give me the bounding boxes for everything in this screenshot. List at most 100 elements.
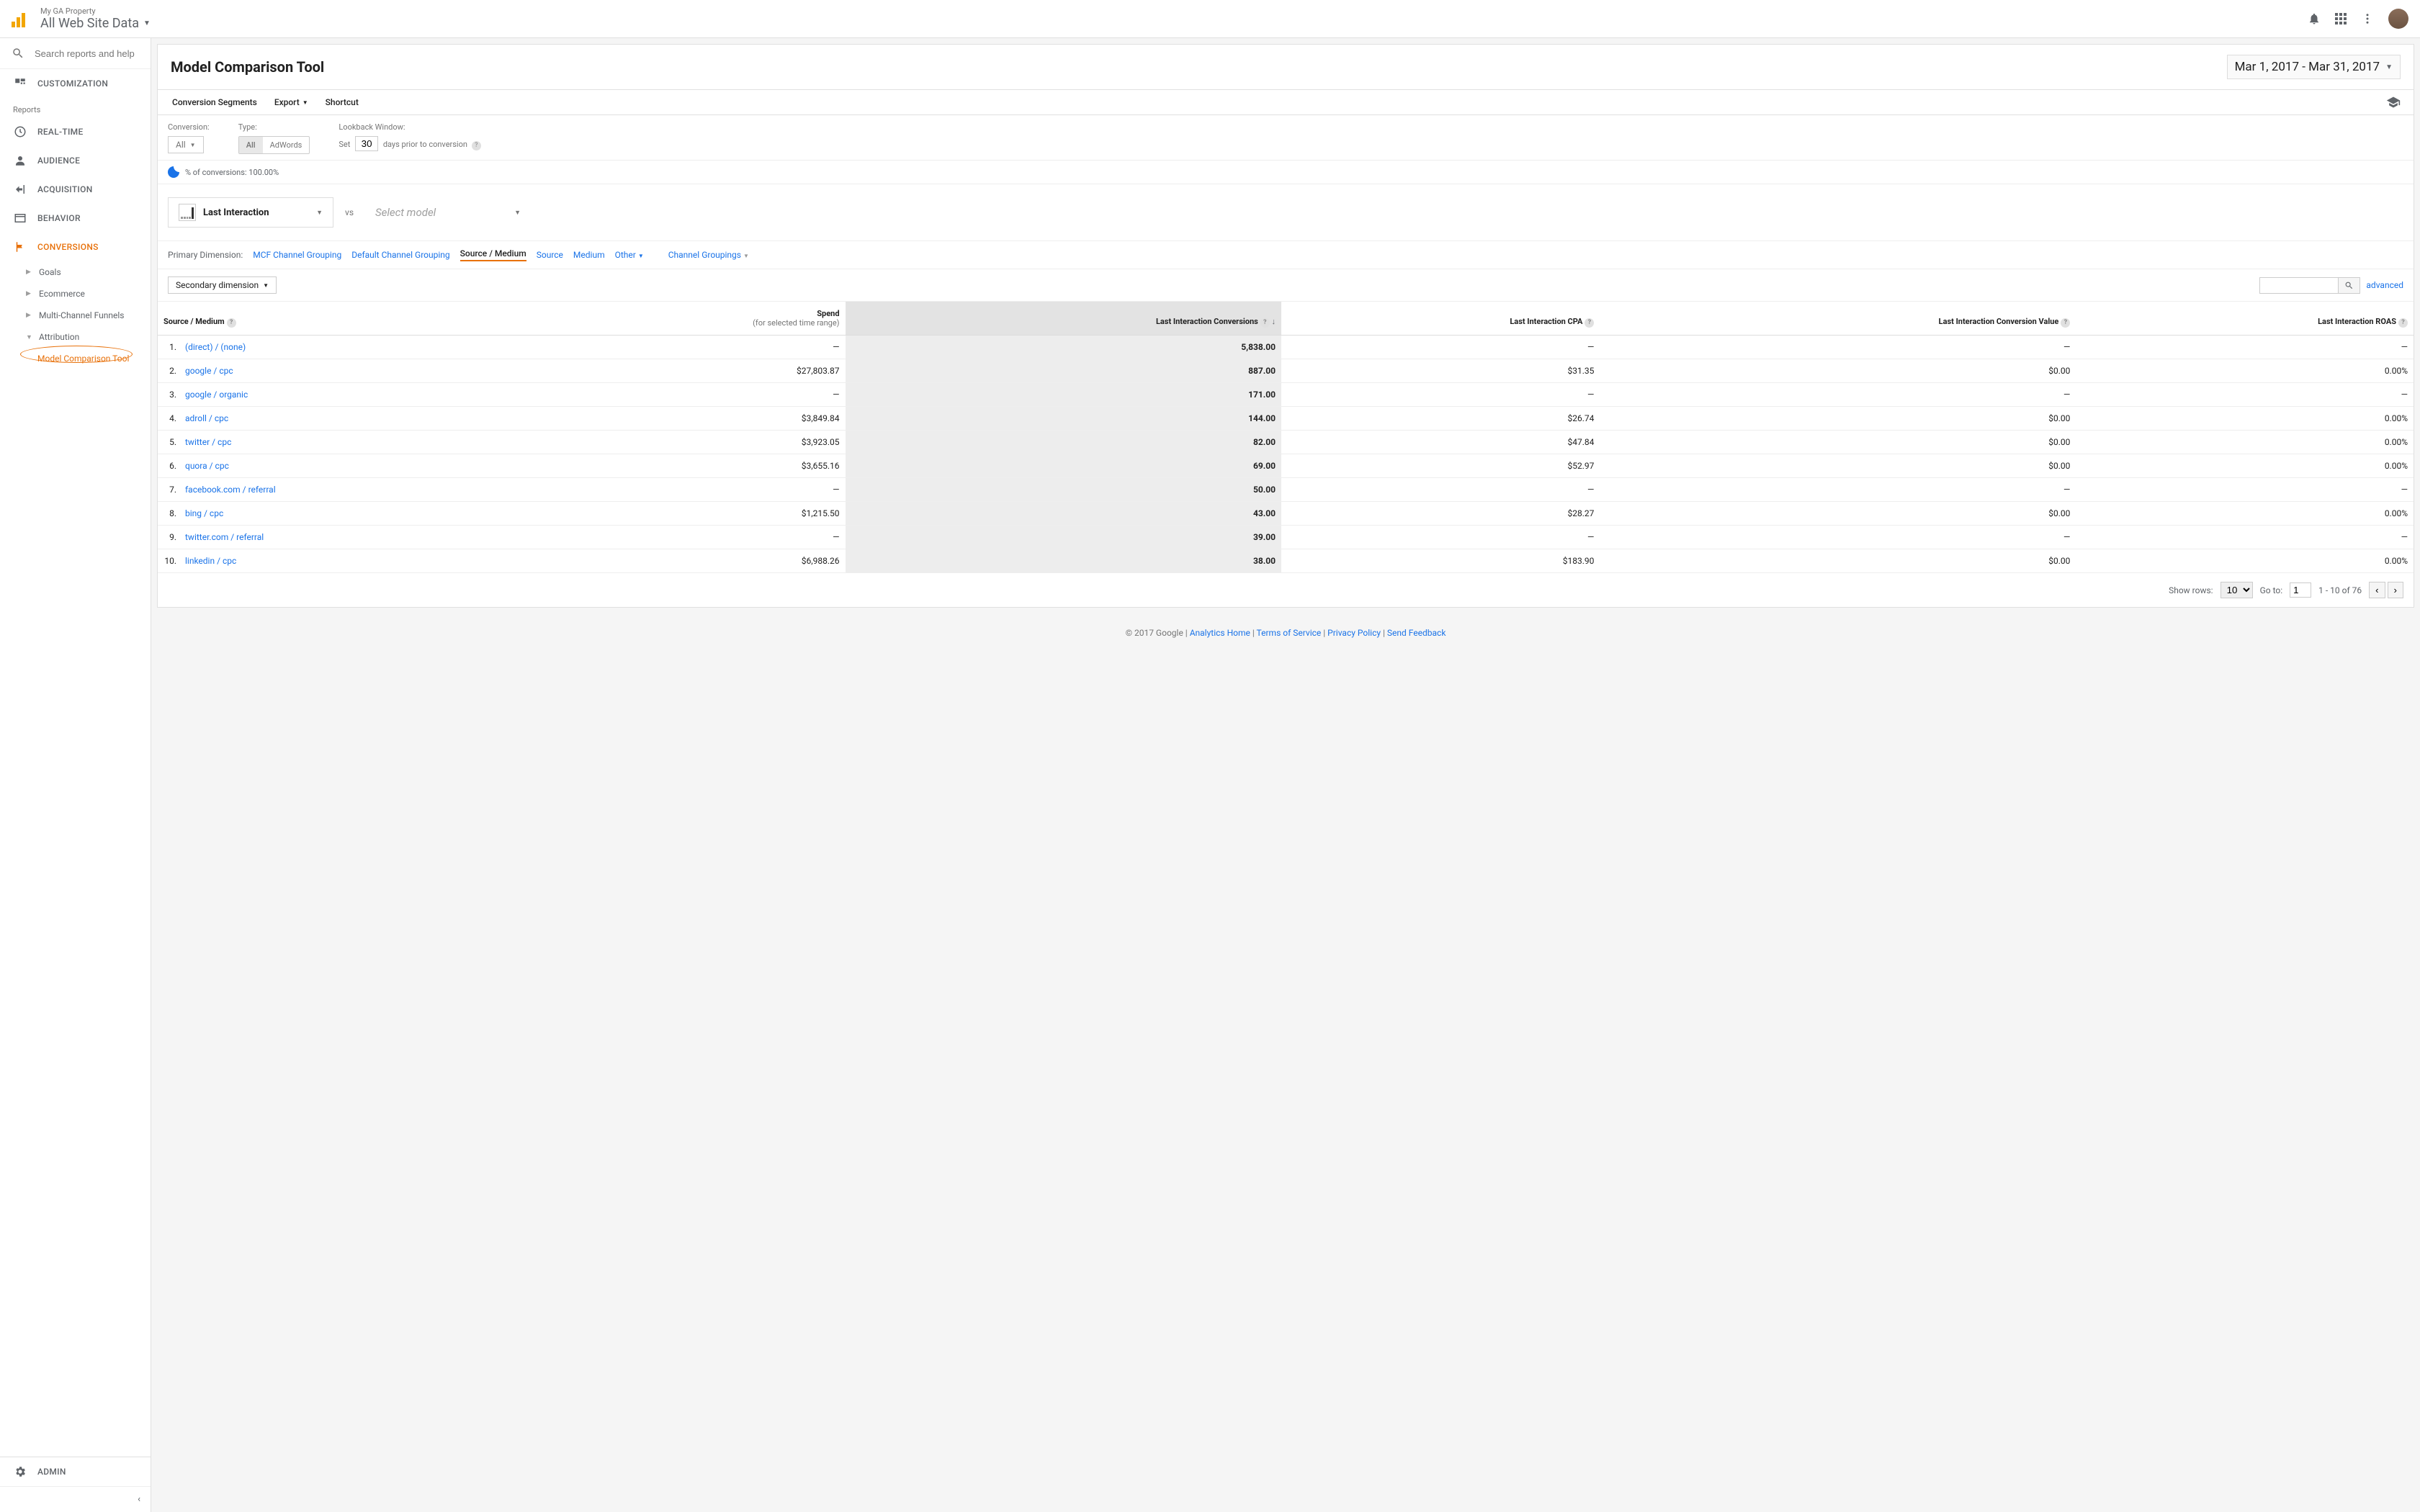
header-titles[interactable]: My GA Property All Web Site Data ▼ [40, 6, 2308, 31]
date-range-picker[interactable]: Mar 1, 2017 - Mar 31, 2017 ▼ [2227, 55, 2401, 79]
primary-dimension-row: Primary Dimension: MCF Channel Grouping … [158, 241, 2414, 269]
sidebar-admin[interactable]: ADMIN [0, 1457, 151, 1486]
col-cpa[interactable]: Last Interaction CPA? [1281, 302, 1600, 336]
row-spend: $27,803.87 [519, 359, 846, 383]
help-icon[interactable]: ? [1585, 318, 1594, 328]
notifications-icon[interactable] [2308, 12, 2321, 25]
sidebar-goals[interactable]: ▶Goals [0, 261, 151, 283]
dimension-link[interactable]: adroll / cpc [185, 413, 228, 423]
row-index: 4. [158, 407, 179, 431]
table-row: 7.facebook.com / referral—50.00——— [158, 478, 2414, 502]
type-toggle[interactable]: All AdWords [238, 136, 310, 154]
view-selector[interactable]: All Web Site Data ▼ [40, 16, 2308, 31]
dimension-link[interactable]: twitter.com / referral [185, 532, 264, 542]
collapse-sidebar-button[interactable]: ‹ [0, 1486, 151, 1512]
dashboard-icon [13, 77, 27, 90]
footer-privacy[interactable]: Privacy Policy [1327, 628, 1381, 638]
export-button[interactable]: Export▼ [266, 90, 317, 114]
type-adwords[interactable]: AdWords [263, 137, 310, 153]
sidebar-behavior[interactable]: BEHAVIOR [0, 204, 151, 233]
dimension-link[interactable]: quora / cpc [185, 461, 229, 471]
shortcut-button[interactable]: Shortcut [317, 90, 367, 114]
row-spend: $1,215.50 [519, 502, 846, 526]
table-search-input[interactable] [2259, 277, 2339, 294]
sidebar-model-comparison[interactable]: Model Comparison Tool [0, 348, 151, 369]
row-dimension: twitter.com / referral [179, 526, 519, 549]
sidebar-audience[interactable]: AUDIENCE [0, 146, 151, 175]
dim-source-medium[interactable]: Source / Medium [460, 248, 526, 261]
sidebar-attribution[interactable]: ▼Attribution [0, 326, 151, 348]
conversion-segments-button[interactable]: Conversion Segments [163, 90, 266, 114]
secondary-dimension-dropdown[interactable]: Secondary dimension▼ [168, 276, 277, 294]
table-row: 2.google / cpc$27,803.87887.00$31.35$0.0… [158, 359, 2414, 383]
footer-terms[interactable]: Terms of Service [1257, 628, 1322, 638]
dim-channel-groupings[interactable]: Channel Groupings ▼ [668, 250, 749, 260]
lookback-input[interactable] [355, 136, 378, 151]
education-icon[interactable] [2386, 95, 2408, 109]
rows-select[interactable]: 10 [2220, 582, 2253, 598]
help-icon[interactable]: ? [2398, 318, 2408, 328]
footer-feedback[interactable]: Send Feedback [1387, 628, 1446, 638]
dimension-link[interactable]: twitter / cpc [185, 437, 231, 447]
dimension-link[interactable]: linkedin / cpc [185, 556, 236, 566]
sidebar-ecommerce[interactable]: ▶Ecommerce [0, 283, 151, 305]
row-value: $0.00 [1600, 359, 2076, 383]
dimension-link[interactable]: google / organic [185, 390, 248, 400]
col-source-medium[interactable]: Source / Medium? [158, 302, 519, 336]
dim-default[interactable]: Default Channel Grouping [351, 250, 449, 260]
sidebar-realtime[interactable]: REAL-TIME [0, 117, 151, 146]
row-dimension: linkedin / cpc [179, 549, 519, 573]
table-row: 10.linkedin / cpc$6,988.2638.00$183.90$0… [158, 549, 2414, 573]
dimension-link[interactable]: facebook.com / referral [185, 485, 276, 495]
col-roas[interactable]: Last Interaction ROAS? [2076, 302, 2414, 336]
col-spend[interactable]: Spend(for selected time range) [519, 302, 846, 336]
help-icon[interactable]: ? [472, 141, 481, 150]
help-icon[interactable]: ? [227, 318, 236, 328]
sidebar-conversions[interactable]: CONVERSIONS [0, 233, 151, 261]
footer-analytics-home[interactable]: Analytics Home [1190, 628, 1250, 638]
flag-icon [13, 240, 27, 253]
dim-other[interactable]: Other ▼ [615, 250, 644, 260]
dim-medium[interactable]: Medium [573, 250, 605, 260]
dimension-link[interactable]: bing / cpc [185, 508, 223, 518]
sidebar-customization[interactable]: CUSTOMIZATION [0, 69, 151, 98]
chevron-down-icon: ▼ [302, 99, 308, 106]
col-conversions[interactable]: Last Interaction Conversions? ↓ [846, 302, 1282, 336]
search-input[interactable] [35, 48, 139, 59]
model-selector-primary[interactable]: Last Interaction ▼ [168, 197, 333, 228]
sidebar-acquisition[interactable]: ACQUISITION [0, 175, 151, 204]
ga-logo-icon [12, 10, 29, 27]
row-conversions: 69.00 [846, 454, 1282, 478]
help-icon[interactable]: ? [1260, 318, 1270, 328]
more-vert-icon[interactable] [2361, 12, 2374, 25]
col-value[interactable]: Last Interaction Conversion Value? [1600, 302, 2076, 336]
apps-icon[interactable] [2335, 13, 2347, 24]
clock-icon [13, 125, 27, 138]
conversion-dropdown[interactable]: All▼ [168, 136, 204, 153]
search-row[interactable] [0, 38, 151, 69]
row-conversions: 171.00 [846, 383, 1282, 407]
row-roas: 0.00% [2076, 502, 2414, 526]
property-name: My GA Property [40, 6, 2308, 16]
dimension-link[interactable]: (direct) / (none) [185, 342, 246, 352]
model-selector-secondary[interactable]: Select model ▼ [365, 200, 531, 225]
table-search-button[interactable] [2339, 277, 2360, 294]
row-cpa: $26.74 [1281, 407, 1600, 431]
type-all[interactable]: All [239, 137, 263, 153]
advanced-link[interactable]: advanced [2366, 280, 2403, 290]
help-icon[interactable]: ? [2061, 318, 2070, 328]
dimension-link[interactable]: google / cpc [185, 366, 233, 376]
pager-next-button[interactable]: › [2388, 582, 2403, 598]
goto-input[interactable] [2290, 582, 2311, 598]
dim-mcf[interactable]: MCF Channel Grouping [253, 250, 341, 260]
pager-prev-button[interactable]: ‹ [2369, 582, 2385, 598]
dim-source[interactable]: Source [537, 250, 563, 260]
row-cpa: $47.84 [1281, 431, 1600, 454]
row-roas: — [2076, 526, 2414, 549]
row-value: $0.00 [1600, 407, 2076, 431]
row-spend: $3,849.84 [519, 407, 846, 431]
sidebar-mcf[interactable]: ▶Multi-Channel Funnels [0, 305, 151, 326]
row-dimension: twitter / cpc [179, 431, 519, 454]
chevron-down-icon: ▼ [514, 209, 521, 217]
avatar[interactable] [2388, 9, 2408, 29]
